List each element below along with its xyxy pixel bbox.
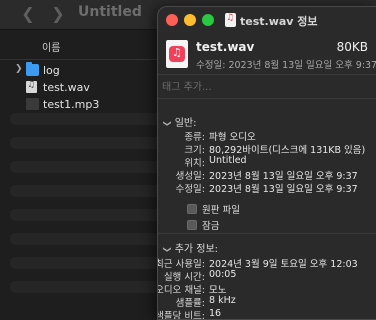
row-label: 종류: — [184, 132, 205, 143]
back-button[interactable]: ❮ — [18, 5, 38, 23]
file-name-heading: test.wav — [196, 40, 255, 54]
zoom-button[interactable] — [202, 14, 214, 26]
row-label: 생성일: — [175, 171, 205, 182]
row-label: 샘플당 비트: — [157, 311, 205, 320]
row-label: 위치: — [184, 158, 205, 169]
audio-file-icon — [225, 13, 236, 27]
get-info-window: test.wav 정보 test.wav 80KB 수정일: 2023년 8월 … — [157, 6, 376, 320]
file-name: log — [43, 64, 60, 77]
locked-checkbox[interactable] — [187, 220, 197, 230]
row-value: 모노 — [209, 285, 227, 296]
file-preview-icon — [166, 40, 188, 68]
row-label: 최근 사용일: — [157, 259, 205, 270]
file-name: test.wav — [43, 81, 90, 94]
row-label: 오디오 채널: — [157, 285, 205, 296]
more-info-section-header[interactable]: ❯ 추가 정보: — [162, 240, 219, 255]
file-size: 80KB — [336, 40, 368, 54]
row-value: 2023년 8월 13일 일요일 오후 9:37 — [209, 171, 358, 182]
chevron-down-icon: ❯ — [162, 120, 172, 127]
minimize-button[interactable] — [184, 14, 196, 26]
finder-title: Untitled — [78, 4, 142, 20]
file-list: ❯ log test.wav test1.mp3 — [0, 62, 160, 113]
tags-area — [158, 74, 376, 99]
file-row-test-wav[interactable]: test.wav — [0, 79, 160, 96]
folder-icon — [26, 62, 39, 76]
row-value: 00:05 — [209, 269, 237, 280]
info-titlebar[interactable]: test.wav 정보 — [158, 7, 376, 33]
row-label: 크기: — [184, 145, 205, 156]
tags-input[interactable] — [162, 79, 362, 95]
forward-button[interactable]: ❯ — [48, 5, 68, 23]
section-divider — [158, 233, 376, 234]
file-row-test1-mp3[interactable]: test1.mp3 — [0, 96, 160, 113]
disclosure-chevron-icon[interactable]: ❯ — [15, 64, 23, 74]
row-value: 2023년 8월 13일 일요일 오후 9:37 — [209, 184, 358, 195]
row-value: 파형 오디오 — [209, 132, 256, 143]
row-value: 2024년 3월 9일 토요일 오후 12:03 — [209, 259, 358, 270]
row-value: 8 kHz — [209, 295, 236, 306]
name-column-label: 이름 — [42, 43, 61, 54]
empty-row-stripes — [10, 113, 160, 305]
row-label: 수정일: — [175, 184, 205, 195]
file-name: test1.mp3 — [43, 98, 100, 111]
row-label: 샘플률: — [175, 298, 205, 309]
chevron-down-icon: ❯ — [162, 246, 172, 253]
locked-label: 잠금 — [202, 221, 220, 232]
stationery-checkbox[interactable] — [187, 204, 197, 214]
window-title: test.wav 정보 — [240, 15, 318, 28]
stationery-label: 원판 파일 — [202, 205, 240, 216]
row-value: 16 — [209, 308, 222, 319]
mp3-file-icon — [26, 98, 39, 110]
section-title: 일반: — [174, 118, 197, 129]
file-row-log[interactable]: ❯ log — [0, 62, 160, 79]
row-value: 80,292바이트(디스크에 131KB 있음) — [209, 145, 366, 156]
locked-checkbox-row[interactable]: 잠금 — [187, 218, 219, 232]
section-title: 추가 정보: — [174, 244, 219, 255]
close-button[interactable] — [166, 14, 178, 26]
audio-file-icon — [26, 80, 37, 93]
general-section-header[interactable]: ❯ 일반: — [162, 114, 197, 129]
stationery-checkbox-row[interactable]: 원판 파일 — [187, 202, 240, 216]
row-value: Untitled — [209, 155, 247, 166]
modified-date-summary: 수정일: 2023년 8월 13일 일요일 오후 9:37 — [196, 60, 376, 71]
row-label: 실행 시간: — [163, 272, 205, 283]
